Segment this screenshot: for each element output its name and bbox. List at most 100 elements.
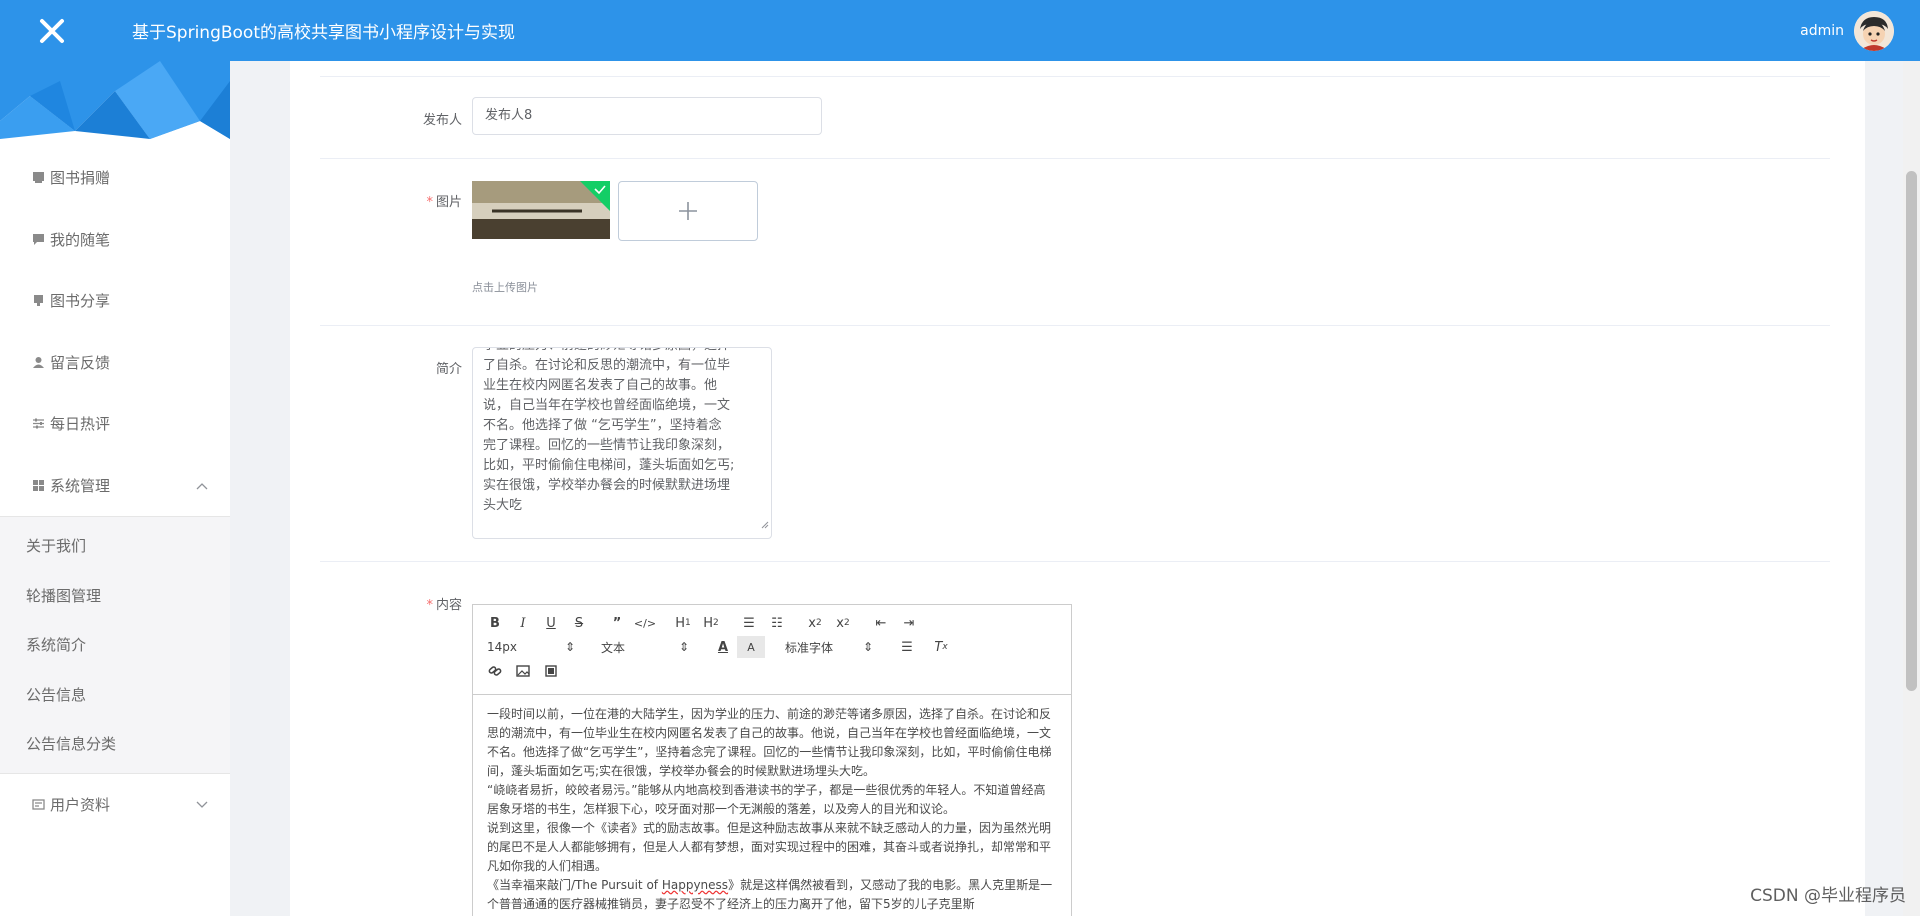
sidebar-item-label: 用户资料 xyxy=(50,795,111,814)
editor-content[interactable]: 一段时间以前，一位在港的大陆学生，因为学业的压力、前途的渺茫等诸多原因，选择了自… xyxy=(473,695,1071,916)
italic-icon[interactable]: I xyxy=(509,612,537,634)
sidebar-item-label: 我的随笔 xyxy=(50,230,111,249)
heading1-icon[interactable]: H1 xyxy=(669,612,697,634)
chevron-down-icon xyxy=(196,795,208,813)
content-paragraph: 《当幸福来敲门/The Pursuit of Happyness》就是这样偶然被… xyxy=(487,878,1053,911)
outdent-icon[interactable]: ⇤ xyxy=(867,612,895,634)
updown-icon: ⇕ xyxy=(678,640,689,654)
intro-line: 了自杀。在讨论和反思的潮流中，有一位毕 xyxy=(483,358,731,373)
content-paragraph: 说到这里，很像一个《读者》式的励志故事。但是这种励志故事从来就不缺乏感动人的力量… xyxy=(487,821,1052,873)
image-icon[interactable] xyxy=(509,660,537,682)
indent-icon[interactable]: ⇥ xyxy=(895,612,923,634)
publisher-row: 发布人 发布人8 xyxy=(320,76,1830,158)
submenu-item-carousel[interactable]: 轮播图管理 xyxy=(0,571,230,621)
image-row: * 图片 点击上传图片 xyxy=(320,158,1830,325)
updown-icon: ⇕ xyxy=(564,640,575,654)
subscript-icon[interactable]: x2 xyxy=(801,612,829,634)
submenu-item-about-us[interactable]: 关于我们 xyxy=(0,521,230,571)
underline-icon[interactable]: U xyxy=(537,612,565,634)
superscript-icon[interactable]: x2 xyxy=(829,612,857,634)
share-icon xyxy=(30,293,46,309)
sidebar-item-system-management[interactable]: 系统管理 xyxy=(0,455,230,517)
chat-icon xyxy=(30,231,46,247)
intro-line: 学业的压力、前途的渺茫等诸多原因，选择 xyxy=(483,348,761,356)
app-title: 基于SpringBoot的高校共享图书小程序设计与实现 xyxy=(132,23,515,43)
resize-handle-icon[interactable] xyxy=(761,516,769,536)
updown-icon: ⇕ xyxy=(862,640,873,654)
intro-line: 说，自己当年在学校也曾经面临绝境，一文 xyxy=(483,398,731,413)
sidebar-banner xyxy=(0,61,230,139)
intro-line: 不名。他选择了做 “乞丐学生”，坚持着念 xyxy=(483,418,722,433)
intro-line: 比如，平时偷偷住电梯间，蓬头垢面如乞丐; xyxy=(483,458,735,473)
upload-tip: 点击上传图片 xyxy=(472,281,538,294)
grid-icon xyxy=(30,477,46,493)
profile-card-icon xyxy=(30,796,46,812)
watermark: CSDN @毕业程序员 xyxy=(1750,886,1906,906)
submenu-item-notice-category[interactable]: 公告信息分类 xyxy=(0,719,230,769)
main-area: 发布人 发布人8 * 图片 点击上传图片 简介 了自杀。在讨论和反思的潮流中，有… xyxy=(230,61,1920,916)
scrollbar-thumb[interactable] xyxy=(1906,171,1917,691)
chevron-up-icon xyxy=(196,476,208,494)
font-color-icon[interactable]: A xyxy=(709,636,737,658)
content-paragraph: 一段时间以前，一位在港的大陆学生，因为学业的压力、前途的渺茫等诸多原因，选择了自… xyxy=(487,707,1052,778)
video-icon[interactable] xyxy=(537,660,565,682)
close-icon[interactable] xyxy=(0,0,104,61)
font-size-select[interactable]: 14px ⇕ xyxy=(481,636,581,658)
intro-row: 简介 学业的压力、前途的渺茫等诸多原因，选择 了自杀。在讨论和反思的潮流中，有一… xyxy=(320,325,1830,561)
strikethrough-icon[interactable]: S xyxy=(565,612,593,634)
submenu-item-notice[interactable]: 公告信息 xyxy=(0,670,230,720)
plus-icon xyxy=(679,202,697,220)
intro-line: 完了课程。回忆的一些情节让我印象深刻， xyxy=(483,438,731,453)
font-family-select[interactable]: 标准字体 ⇕ xyxy=(779,636,879,658)
avatar[interactable] xyxy=(1854,10,1894,51)
align-icon[interactable]: ☰ xyxy=(893,636,921,658)
user-icon xyxy=(30,354,46,370)
sidebar-item-daily-review[interactable]: 每日热评 xyxy=(0,393,230,455)
intro-line: 头大吃 xyxy=(483,498,523,513)
sidebar: 图书捐赠 我的随笔 图书分享 留言反馈 每日热评 系统管理 关于我们 轮播图管理… xyxy=(0,61,230,916)
bullet-list-icon[interactable]: ☷ xyxy=(763,612,791,634)
intro-textarea[interactable]: 学业的压力、前途的渺茫等诸多原因，选择 了自杀。在讨论和反思的潮流中，有一位毕 … xyxy=(472,347,772,539)
intro-line: 实在很饿，学校举办餐会的时候默默进场埋 xyxy=(483,478,731,493)
text-type-select[interactable]: 文本 ⇕ xyxy=(595,636,695,658)
book-icon xyxy=(30,170,46,186)
sidebar-item-label: 图书分享 xyxy=(50,292,111,311)
background-color-icon[interactable]: A xyxy=(737,636,765,658)
top-header: 基于SpringBoot的高校共享图书小程序设计与实现 admin xyxy=(0,0,1920,61)
code-block-icon[interactable]: </> xyxy=(631,612,659,634)
intro-line: 业生在校内网匿名发表了自己的故事。他 xyxy=(483,378,718,393)
user-name[interactable]: admin xyxy=(1800,23,1844,39)
content-paragraph: “峣峣者易折，皎皎者易污。”能够从内地高校到香港读书的学子，都是一些很优秀的年轻… xyxy=(487,783,1046,816)
sidebar-item-label: 图书捐赠 xyxy=(50,169,111,188)
intro-label: 简介 xyxy=(435,362,462,377)
sidebar-item-my-essays[interactable]: 我的随笔 xyxy=(0,209,230,271)
uploaded-image-thumbnail[interactable] xyxy=(472,181,610,239)
link-icon[interactable] xyxy=(481,660,509,682)
sidebar-item-book-share[interactable]: 图书分享 xyxy=(0,270,230,332)
sidebar-item-book-donation[interactable]: 图书捐赠 xyxy=(0,147,230,209)
edit-form: 发布人 发布人8 * 图片 点击上传图片 简介 了自杀。在讨论和反思的潮流中，有… xyxy=(320,76,1830,916)
ordered-list-icon[interactable]: ☰ xyxy=(735,612,763,634)
sidebar-item-label: 系统管理 xyxy=(50,476,111,495)
clear-format-icon[interactable]: Tx xyxy=(927,636,955,658)
sliders-icon xyxy=(30,416,46,432)
blockquote-icon[interactable]: ” xyxy=(603,612,631,634)
publisher-input[interactable]: 发布人8 xyxy=(472,97,822,135)
editor-toolbar: B I U S ” </> H1 H2 ☰ ☷ x2 x2 ⇤ ⇥ 14px ⇕… xyxy=(473,605,1071,695)
content-row: * 内容 B I U S ” </> H1 H2 ☰ ☷ x 2 x 2 ⇤ ⇥… xyxy=(320,561,1830,916)
system-submenu: 关于我们 轮播图管理 系统简介 公告信息 公告信息分类 xyxy=(0,516,230,774)
content-label: * 内容 xyxy=(426,598,462,613)
sidebar-item-feedback[interactable]: 留言反馈 xyxy=(0,332,230,394)
image-label: * 图片 xyxy=(426,195,462,210)
sidebar-item-label: 每日热评 xyxy=(50,415,111,434)
sidebar-item-label: 留言反馈 xyxy=(50,353,111,372)
bold-icon[interactable]: B xyxy=(481,612,509,634)
form-card: 发布人 发布人8 * 图片 点击上传图片 简介 了自杀。在讨论和反思的潮流中，有… xyxy=(290,61,1865,916)
upload-image-button[interactable] xyxy=(618,181,758,241)
sidebar-item-user-profile[interactable]: 用户资料 xyxy=(0,774,230,836)
publisher-label: 发布人 xyxy=(422,113,462,128)
rich-text-editor: B I U S ” </> H1 H2 ☰ ☷ x2 x2 ⇤ ⇥ 14px ⇕… xyxy=(472,604,1072,916)
submenu-item-system-intro[interactable]: 系统简介 xyxy=(0,620,230,670)
heading2-icon[interactable]: H2 xyxy=(697,612,725,634)
page-scrollbar[interactable] xyxy=(1903,61,1920,916)
